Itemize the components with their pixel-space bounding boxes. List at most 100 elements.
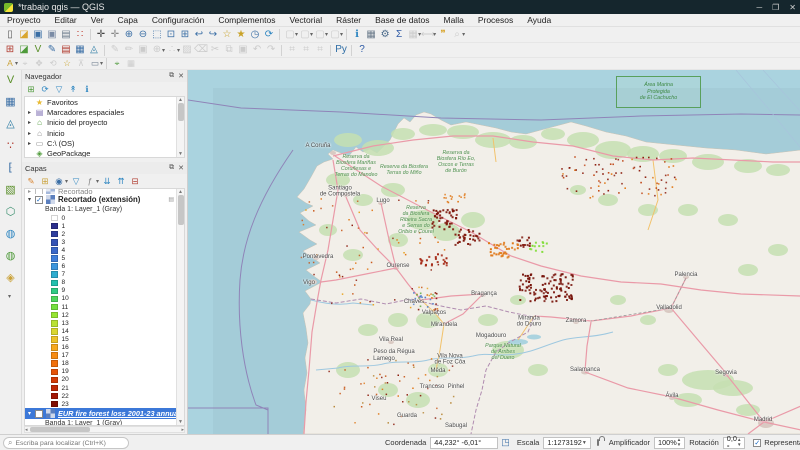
layers-hscrollbar[interactable]: ◂▸	[24, 426, 185, 433]
add-feature-icon[interactable]: ⊕	[150, 44, 164, 57]
rotate-label-icon[interactable]: ⟲	[46, 57, 60, 70]
menu-complementos[interactable]: Complementos	[211, 14, 282, 27]
browser-item-geopackage[interactable]: ◈GeoPackage	[25, 148, 184, 158]
expander-icon[interactable]: ▸	[28, 119, 35, 126]
manage-map-themes-icon[interactable]: ◉	[53, 176, 65, 187]
layer-checkbox[interactable]: ✓	[35, 196, 43, 204]
new-spatial-bookmark-icon[interactable]: ☆	[220, 28, 234, 41]
menu-ayuda[interactable]: Ayuda	[520, 14, 558, 27]
add-group-icon[interactable]: ⊞	[39, 176, 51, 187]
refresh-map-icon[interactable]: ⟳	[262, 28, 276, 41]
expand-all-icon[interactable]: ⇊	[101, 176, 113, 187]
highlight-pinned-labels-icon[interactable]: ⌖	[18, 57, 32, 70]
new-shapefile-layer-icon[interactable]: V	[31, 44, 45, 57]
help-contents-icon[interactable]: ?	[355, 44, 369, 57]
style-manager-icon[interactable]: ∷	[73, 28, 87, 41]
search-tool-icon[interactable]: ⌕	[450, 28, 464, 41]
pan-map-icon[interactable]: ✛	[94, 28, 108, 41]
menu-procesos[interactable]: Procesos	[471, 14, 520, 27]
add-geopackage-layer-icon[interactable]: ◈	[3, 271, 19, 285]
raster-layer-row[interactable]: ▾ ✓ Recortado (extensión) ▤	[25, 194, 184, 205]
maximize-icon[interactable]: ❐	[772, 3, 779, 12]
identify-features-icon[interactable]: ℹ	[350, 28, 364, 41]
minimize-icon[interactable]: ─	[756, 3, 762, 12]
filter-by-expression-icon[interactable]: ƒ	[84, 176, 96, 187]
menu-proyecto[interactable]: Proyecto	[0, 14, 48, 27]
collapse-all-icon[interactable]: ⇈	[115, 176, 127, 187]
add-virtual-layer-icon[interactable]: ▧	[3, 183, 19, 197]
zoom-to-layer-icon[interactable]: ⊞	[178, 28, 192, 41]
snapping-options-icon[interactable]: ⌗	[285, 44, 299, 57]
add-delimited-text-layer-icon[interactable]: ⁅	[3, 161, 19, 175]
scale-combobox[interactable]: 1:1273192 ▼	[543, 437, 590, 449]
remove-layer-icon[interactable]: ⊟	[129, 176, 141, 187]
attribute-table-icon[interactable]: ▦	[364, 28, 378, 41]
tracing-icon[interactable]: ⌗	[299, 44, 313, 57]
pan-to-selection-icon[interactable]: ✛	[108, 28, 122, 41]
menu-r-ster[interactable]: Ráster	[329, 14, 368, 27]
clipped-layer-row[interactable]: ▸ Recortado	[25, 189, 184, 194]
browser-item-marcadores-espaciales[interactable]: ▸▤Marcadores espaciales	[25, 107, 184, 117]
menu-configuraci-n[interactable]: Configuración	[145, 14, 211, 27]
copy-features-icon[interactable]: ⧉	[222, 44, 236, 57]
coordinate-input[interactable]	[430, 437, 498, 449]
close-icon[interactable]: ✕	[789, 3, 796, 12]
invert-selection-icon[interactable]: ▢	[328, 28, 342, 41]
zoom-out-icon[interactable]: ⊖	[136, 28, 150, 41]
browser-undock-icon[interactable]: ⧉	[169, 72, 174, 80]
new-spatialite-layer-icon[interactable]: ✎	[45, 44, 59, 57]
browser-item-inicio-del-proyecto[interactable]: ▸⌂Inicio del proyecto	[25, 118, 184, 128]
save-layer-edits-icon[interactable]: ▣	[136, 44, 150, 57]
map-tips-icon[interactable]: ❞	[436, 28, 450, 41]
expander-icon[interactable]: ▾	[28, 196, 35, 203]
chevron-down-icon[interactable]: ▾	[65, 178, 68, 185]
menu-ver[interactable]: Ver	[84, 14, 111, 27]
zoom-last-icon[interactable]: ↩	[192, 28, 206, 41]
expander-icon[interactable]: ▸	[28, 140, 35, 147]
expander-icon[interactable]: ▾	[28, 410, 35, 417]
osm-place-search-icon[interactable]: ⌖	[110, 57, 124, 70]
temporal-controller-icon[interactable]: ◷	[248, 28, 262, 41]
browser-refresh-icon[interactable]: ⟳	[39, 84, 51, 95]
menu-vectorial[interactable]: Vectorial	[282, 14, 329, 27]
new-project-icon[interactable]: ▯	[3, 28, 17, 41]
locator-search[interactable]: ⌕	[3, 437, 129, 449]
layers-vscrollbar[interactable]: ▲▼	[176, 189, 184, 425]
favorites-star-icon[interactable]: ☆	[60, 57, 74, 70]
new-mesh-layer-icon[interactable]: ◬	[87, 44, 101, 57]
layers-undock-icon[interactable]: ⧉	[169, 164, 174, 172]
menu-malla[interactable]: Malla	[437, 14, 471, 27]
data-source-manager-icon[interactable]: ⊞	[3, 44, 17, 57]
statistics-icon[interactable]: Σ	[392, 28, 406, 41]
locator-input[interactable]	[15, 440, 124, 447]
save-project-as-icon[interactable]: ▣	[45, 28, 59, 41]
filter-legend-icon[interactable]: ▽	[70, 176, 82, 187]
delete-selected-icon[interactable]: ⌫	[194, 44, 208, 57]
options-icon[interactable]: ⚙	[378, 28, 392, 41]
redo-icon[interactable]: ↷	[264, 44, 278, 57]
vertex-tool-icon[interactable]: ∴	[165, 44, 179, 57]
browser-item-c-os-[interactable]: ▸▭C:\ (OS)	[25, 138, 184, 148]
select-by-expression-icon[interactable]: ▢	[313, 28, 327, 41]
browser-filter-icon[interactable]: ▽	[53, 84, 65, 95]
avoid-intersections-icon[interactable]: ⌗	[313, 44, 327, 57]
browser-add-selected-icon[interactable]: ⊞	[25, 84, 37, 95]
add-raster-layer-icon[interactable]: ▦	[3, 95, 19, 109]
metasearch-icon[interactable]: ▦	[124, 57, 138, 70]
open-project-icon[interactable]: ◪	[17, 28, 31, 41]
add-point-cloud-layer-icon[interactable]: ∵	[3, 139, 19, 153]
browser-properties-icon[interactable]: ℹ	[81, 84, 93, 95]
layer-checkbox[interactable]	[35, 410, 43, 418]
select-features-icon[interactable]: ▢	[283, 28, 297, 41]
browser-collapse-all-icon[interactable]: ↟	[67, 84, 79, 95]
undo-icon[interactable]: ↶	[250, 44, 264, 57]
add-postgis-layer-icon[interactable]: ⬡	[3, 205, 19, 219]
field-calculator-icon[interactable]: ▦	[406, 28, 420, 41]
paste-features-icon[interactable]: ▣	[236, 44, 250, 57]
menu-base-de-datos[interactable]: Base de datos	[368, 14, 436, 27]
lock-scale-icon[interactable]	[597, 439, 599, 446]
python-console-icon[interactable]: Py	[334, 44, 348, 57]
map-canvas[interactable]: A CoruñaSantiago de CompostelaPontevedra…	[187, 70, 800, 434]
layer-styling-icon[interactable]: ✎	[25, 176, 37, 187]
chevron-down-icon[interactable]: ▾	[100, 60, 103, 67]
